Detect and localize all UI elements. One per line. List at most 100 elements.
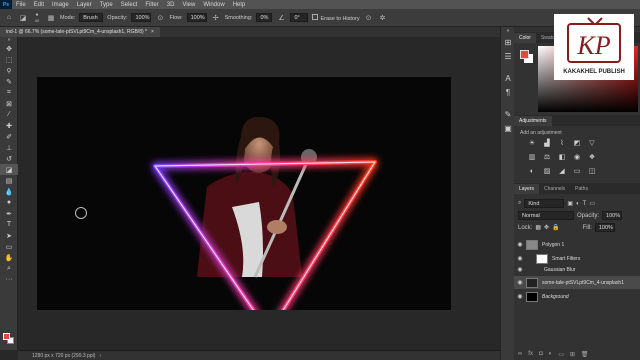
eyedropper-tool-icon[interactable]: ⁄ (0, 109, 18, 120)
layer-kind-select[interactable]: Kind (524, 199, 565, 208)
levels-icon[interactable]: ▟ (541, 137, 553, 149)
libraries-panel-icon[interactable]: ▣ (501, 121, 515, 135)
new-group-icon[interactable]: ▭ (558, 351, 564, 358)
document-canvas[interactable] (37, 77, 451, 310)
move-tool-icon[interactable]: ✥ (0, 43, 18, 54)
angle-icon[interactable]: ∠ (276, 13, 286, 23)
lock-pixels-icon[interactable]: ▦ (535, 224, 541, 231)
menu-image[interactable]: Image (48, 2, 73, 8)
lock-position-icon[interactable]: ✥ (544, 224, 549, 231)
pressure-size-icon[interactable]: ⊙ (364, 13, 374, 23)
layer-photo[interactable]: ◉ some-tale-ptSVLpt9Cm_4-unsplash1 (514, 276, 640, 289)
color-foreground-swatch[interactable] (520, 50, 529, 59)
path-select-tool-icon[interactable]: ➤ (0, 230, 18, 241)
menu-select[interactable]: Select (117, 2, 142, 8)
photoshop-logo[interactable]: Ps (0, 0, 12, 9)
crop-tool-icon[interactable]: ⌗ (0, 87, 18, 98)
filter-shape-icon[interactable]: ▭ (589, 200, 595, 207)
layer-polygon[interactable]: ◉ Polygon 1 (514, 238, 640, 251)
layer-fill-field[interactable]: 100% (594, 223, 615, 232)
history-panel-icon[interactable]: ⊞ (501, 35, 515, 49)
tab-layers[interactable]: Layers (514, 184, 540, 194)
menu-layer[interactable]: Layer (73, 2, 96, 8)
document-tab[interactable]: ind-1 @ 66.7% (some-tale-ptSVLpt9Cm_4-un… (0, 27, 160, 37)
dodge-tool-icon[interactable]: ● (0, 197, 18, 208)
menu-help[interactable]: Help (229, 2, 249, 8)
filter-type-icon[interactable]: T (583, 201, 587, 207)
brush-panel-icon[interactable]: ✎ (501, 107, 515, 121)
home-icon[interactable]: ⌂ (4, 13, 14, 23)
frame-tool-icon[interactable]: ⊠ (0, 98, 18, 109)
brush-settings-icon[interactable]: ▦ (46, 13, 56, 23)
close-tab-icon[interactable]: × (151, 29, 154, 35)
more-tools-icon[interactable]: ··· (0, 274, 18, 285)
vibrance-icon[interactable]: ▽ (586, 137, 598, 149)
layer-opacity-field[interactable]: 100% (602, 211, 623, 220)
channel-mixer-icon[interactable]: ❖ (586, 151, 598, 163)
selective-color-icon[interactable]: ◫ (586, 165, 598, 177)
angle-field[interactable]: 0° (290, 13, 309, 22)
marquee-tool-icon[interactable]: ⬚ (0, 54, 18, 65)
lock-all-icon[interactable]: 🔒 (552, 224, 559, 231)
shape-tool-icon[interactable]: ▭ (0, 241, 18, 252)
layer-gaussian-blur[interactable]: ◉ Gaussian Blur (514, 263, 640, 276)
eye-icon[interactable]: ◉ (514, 255, 526, 262)
collapse-dock-icon[interactable]: « (501, 27, 515, 35)
lasso-tool-icon[interactable]: ϙ (0, 65, 18, 76)
new-layer-icon[interactable]: ⊞ (570, 351, 575, 358)
brush-preset-icon[interactable]: ● 40 (32, 12, 42, 23)
eye-icon[interactable]: ◉ (514, 266, 526, 273)
curves-icon[interactable]: ⌇ (556, 137, 568, 149)
menu-window[interactable]: Window (199, 2, 228, 8)
tab-adjustments[interactable]: Adjustments (514, 116, 552, 126)
menu-file[interactable]: File (12, 2, 30, 8)
menu-type[interactable]: Type (96, 2, 117, 8)
layer-style-icon[interactable]: fx (528, 351, 533, 358)
character-panel-icon[interactable]: A (501, 71, 515, 85)
airbrush-icon[interactable]: ✢ (211, 13, 221, 23)
status-arrow-icon[interactable]: › (99, 353, 101, 359)
filter-pixel-icon[interactable]: ▣ (567, 200, 573, 207)
menu-view[interactable]: View (178, 2, 199, 8)
layer-background[interactable]: ◉ Background (514, 290, 640, 303)
smoothing-field[interactable]: 0% (256, 13, 273, 22)
posterize-icon[interactable]: ▨ (541, 165, 553, 177)
invert-icon[interactable]: ◐ (526, 165, 538, 177)
menu-filter[interactable]: Filter (141, 2, 162, 8)
new-adjustment-icon[interactable]: ◐ (549, 351, 553, 358)
pressure-opacity-icon[interactable]: ⊙ (155, 13, 165, 23)
black-white-icon[interactable]: ◧ (556, 151, 568, 163)
tab-color[interactable]: Color (514, 33, 536, 43)
exposure-icon[interactable]: ◩ (571, 137, 583, 149)
brightness-icon[interactable]: ☀ (526, 137, 538, 149)
blur-tool-icon[interactable]: 💧 (0, 186, 18, 197)
zoom-tool-icon[interactable]: ⌕ (0, 263, 18, 274)
link-layers-icon[interactable]: ∞ (518, 351, 522, 358)
photo-filter-icon[interactable]: ◉ (571, 151, 583, 163)
foreground-color-swatch[interactable] (3, 333, 10, 340)
menu-edit[interactable]: Edit (30, 2, 48, 8)
filter-adjustment-icon[interactable]: ◐ (576, 201, 580, 207)
symmetry-icon[interactable]: ✲ (378, 13, 388, 23)
clone-stamp-tool-icon[interactable]: ⊥ (0, 142, 18, 153)
brush-tool-icon[interactable]: ✐ (0, 131, 18, 142)
eye-icon[interactable]: ◉ (514, 241, 526, 248)
eye-icon[interactable]: ◉ (514, 293, 526, 300)
add-mask-icon[interactable]: ◘ (539, 351, 543, 358)
eraser-tool-icon[interactable]: ◪ (18, 13, 28, 23)
color-balance-icon[interactable]: ⚖ (541, 151, 553, 163)
gradient-map-icon[interactable]: ▭ (571, 165, 583, 177)
opacity-field[interactable]: 100% (131, 13, 152, 22)
history-brush-tool-icon[interactable]: ↺ (0, 153, 18, 164)
flow-field[interactable]: 100% (186, 13, 207, 22)
tab-channels[interactable]: Channels (539, 184, 570, 194)
threshold-icon[interactable]: ◢ (556, 165, 568, 177)
properties-panel-icon[interactable]: ☰ (501, 49, 515, 63)
blend-mode-select[interactable]: Normal (518, 211, 574, 220)
hue-saturation-icon[interactable]: ▥ (526, 151, 538, 163)
gradient-tool-icon[interactable]: ▤ (0, 175, 18, 186)
delete-layer-icon[interactable]: 🗑 (581, 351, 589, 358)
type-tool-icon[interactable]: T (0, 219, 18, 230)
eye-icon[interactable]: ◉ (514, 279, 526, 286)
erase-to-history-checkbox[interactable]: Erase to History (312, 13, 360, 22)
